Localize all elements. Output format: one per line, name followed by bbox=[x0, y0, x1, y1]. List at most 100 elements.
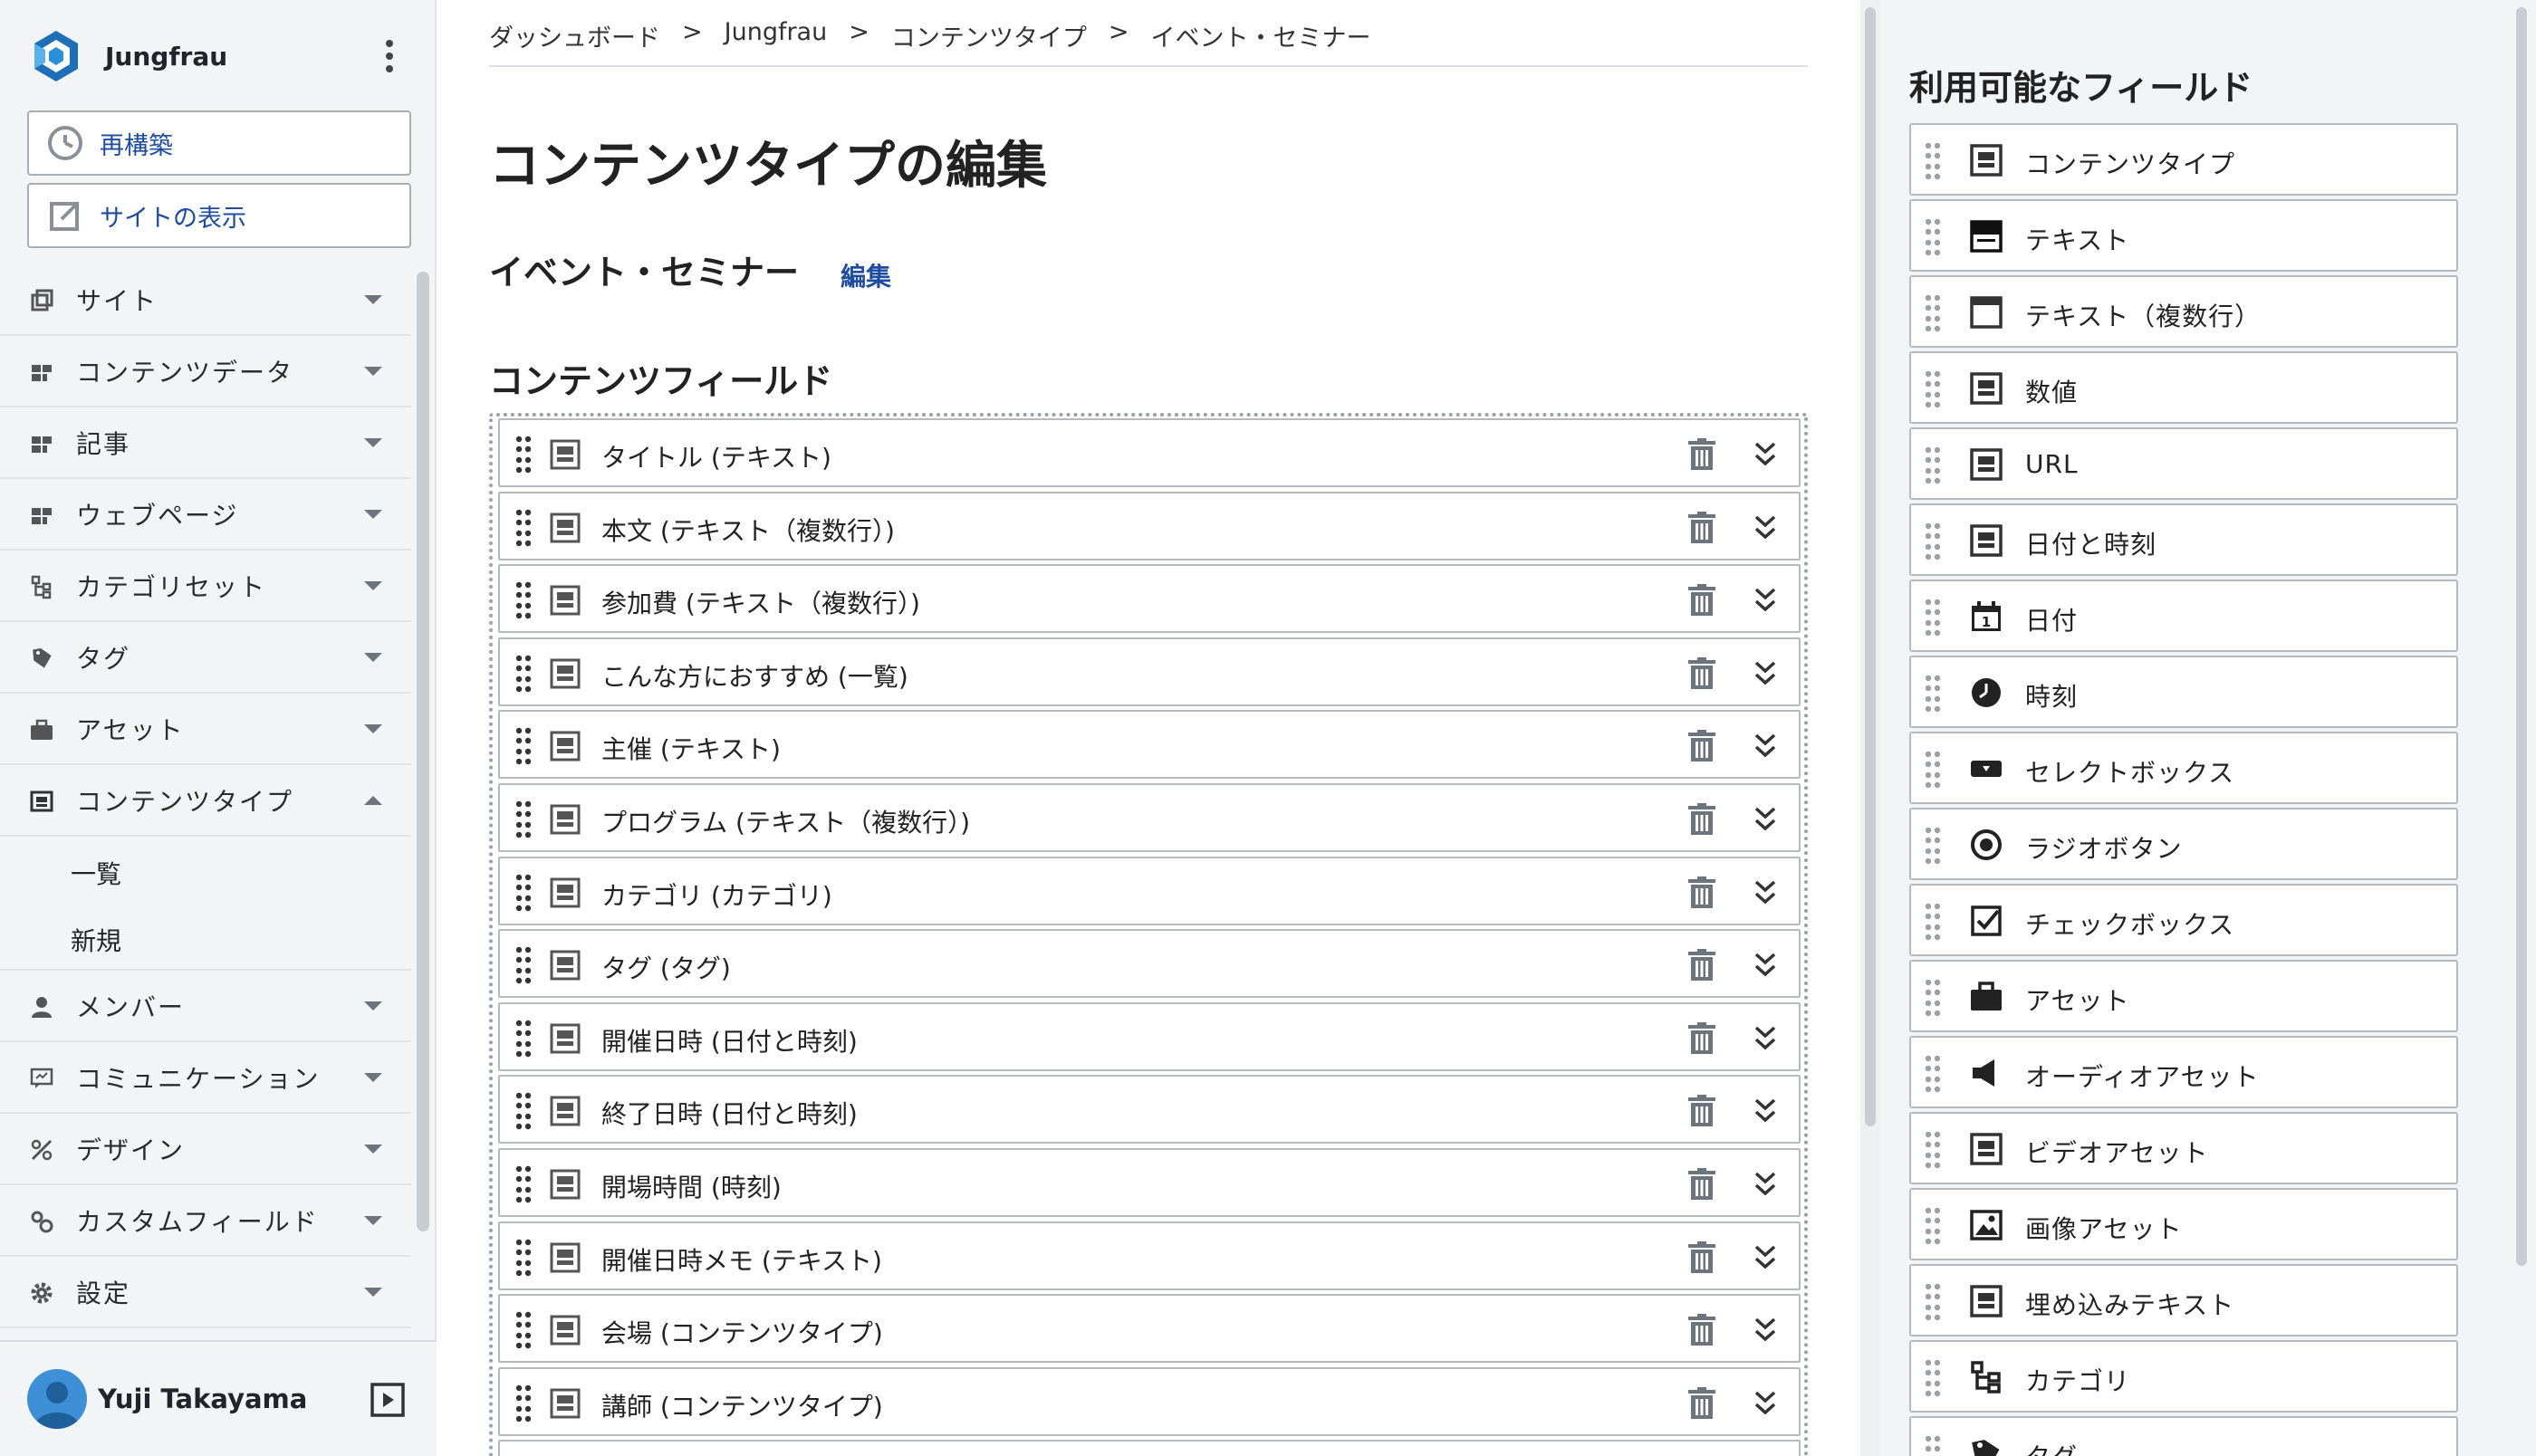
available-field-item[interactable]: タグ bbox=[1909, 1416, 2458, 1456]
main-scrollbar[interactable] bbox=[1865, 7, 1876, 1126]
chevron-double-down-icon[interactable] bbox=[1752, 878, 1779, 907]
drag-handle-icon[interactable] bbox=[1924, 1282, 1942, 1322]
drag-handle-icon[interactable] bbox=[1924, 217, 1942, 257]
content-field-row[interactable]: タグ (タグ) bbox=[498, 929, 1801, 999]
available-field-item[interactable]: 画像アセット bbox=[1909, 1188, 2458, 1260]
chevron-double-down-icon[interactable] bbox=[1752, 440, 1779, 469]
view-site-button[interactable]: サイトの表示 bbox=[27, 183, 411, 248]
sidebar-item-custom-fields[interactable]: カスタムフィールド bbox=[0, 1185, 411, 1257]
brand-logo-icon[interactable] bbox=[27, 27, 85, 85]
trash-icon[interactable] bbox=[1686, 584, 1717, 617]
drag-handle-icon[interactable] bbox=[514, 945, 533, 985]
trash-icon[interactable] bbox=[1686, 1314, 1717, 1346]
drag-handle-icon[interactable] bbox=[514, 873, 533, 913]
trash-icon[interactable] bbox=[1686, 1240, 1717, 1274]
chevron-double-down-icon[interactable] bbox=[1752, 1170, 1779, 1199]
drag-handle-icon[interactable] bbox=[514, 800, 533, 839]
trash-icon[interactable] bbox=[1686, 730, 1717, 762]
breadcrumb-content-types[interactable]: コンテンツタイプ bbox=[891, 18, 1087, 53]
sidebar-item-communication[interactable]: コミュニケーション bbox=[0, 1042, 411, 1114]
chevron-double-down-icon[interactable] bbox=[1752, 1243, 1779, 1272]
chevron-double-down-icon[interactable] bbox=[1752, 1097, 1779, 1126]
content-field-row[interactable]: 本文 (テキスト（複数行）) bbox=[498, 491, 1801, 560]
available-field-item[interactable]: 日付と時刻 bbox=[1909, 503, 2458, 576]
trash-icon[interactable] bbox=[1686, 1095, 1717, 1127]
drag-handle-icon[interactable] bbox=[1924, 674, 1942, 714]
sidebar-item-content-data[interactable]: コンテンツデータ bbox=[0, 336, 411, 407]
drag-handle-icon[interactable] bbox=[514, 508, 533, 548]
drag-handle-icon[interactable] bbox=[514, 1091, 533, 1131]
sidebar-subitem-new[interactable]: 新規 bbox=[0, 904, 411, 971]
drag-handle-icon[interactable] bbox=[1924, 826, 1942, 866]
sidebar-subitem-list[interactable]: 一覧 bbox=[0, 837, 411, 904]
content-field-row[interactable]: 開場時間 (時刻) bbox=[498, 1148, 1801, 1217]
available-field-item[interactable]: URL bbox=[1909, 427, 2458, 500]
sidebar-item-design[interactable]: デザイン bbox=[0, 1114, 411, 1185]
drag-handle-icon[interactable] bbox=[514, 580, 533, 620]
available-field-item[interactable]: テキスト（複数行） bbox=[1909, 275, 2458, 348]
trash-icon[interactable] bbox=[1686, 803, 1717, 836]
drag-handle-icon[interactable] bbox=[1924, 141, 1942, 181]
sidebar-item-entries[interactable]: 記事 bbox=[0, 407, 411, 479]
content-fields-dropzone[interactable]: タイトル (テキスト) 本文 (テキスト（複数行）) 参加費 (テキスト（複数行… bbox=[489, 413, 1808, 1456]
sidebar-item-settings[interactable]: 設定 bbox=[0, 1257, 411, 1328]
chevron-double-down-icon[interactable] bbox=[1752, 805, 1779, 834]
trash-icon[interactable] bbox=[1686, 1021, 1717, 1055]
chevron-double-down-icon[interactable] bbox=[1752, 732, 1779, 761]
drag-handle-icon[interactable] bbox=[514, 726, 533, 766]
drag-handle-icon[interactable] bbox=[1924, 293, 1942, 333]
content-field-row[interactable]: 主催 (テキスト) bbox=[498, 710, 1801, 780]
drag-handle-icon[interactable] bbox=[514, 1384, 533, 1423]
trash-icon[interactable] bbox=[1686, 656, 1717, 690]
drag-handle-icon[interactable] bbox=[1924, 750, 1942, 790]
brand-name[interactable]: Jungfrau bbox=[105, 42, 227, 72]
drag-handle-icon[interactable] bbox=[1924, 445, 1942, 485]
available-field-item[interactable]: アセット bbox=[1909, 960, 2458, 1032]
available-field-item[interactable]: コンテンツタイプ bbox=[1909, 123, 2458, 196]
breadcrumb-dashboard[interactable]: ダッシュボード bbox=[489, 18, 660, 53]
content-field-row[interactable]: プログラム (テキスト（複数行）) bbox=[498, 783, 1801, 852]
sidebar-item-tags[interactable]: タグ bbox=[0, 622, 411, 694]
content-field-row[interactable]: 会場 (コンテンツタイプ) bbox=[498, 1294, 1801, 1364]
trash-icon[interactable] bbox=[1686, 1386, 1717, 1420]
sidebar-scrollbar[interactable] bbox=[417, 272, 429, 1231]
content-field-row[interactable]: 講師 (コンテンツタイプ) bbox=[498, 1366, 1801, 1436]
content-field-row[interactable]: 開催日時メモ (テキスト) bbox=[498, 1221, 1801, 1290]
drag-handle-icon[interactable] bbox=[1924, 1130, 1942, 1170]
chevron-double-down-icon[interactable] bbox=[1752, 586, 1779, 615]
available-field-item[interactable]: 数値 bbox=[1909, 351, 2458, 424]
drag-handle-icon[interactable] bbox=[514, 435, 533, 474]
chevron-double-down-icon[interactable] bbox=[1752, 659, 1779, 688]
drag-handle-icon[interactable] bbox=[514, 1310, 533, 1350]
available-field-item[interactable]: 時刻 bbox=[1909, 656, 2458, 728]
content-field-row[interactable]: タイトル (テキスト) bbox=[498, 418, 1801, 487]
drag-handle-icon[interactable] bbox=[1924, 1358, 1942, 1398]
content-field-row[interactable]: 開催日時 (日付と時刻) bbox=[498, 1001, 1801, 1071]
right-panel-scrollbar[interactable] bbox=[2516, 7, 2527, 1266]
content-field-row[interactable]: カテゴリ (カテゴリ) bbox=[498, 856, 1801, 925]
sidebar-item-webpages[interactable]: ウェブページ bbox=[0, 479, 411, 551]
drag-handle-icon[interactable] bbox=[514, 654, 533, 694]
available-field-item[interactable]: ラジオボタン bbox=[1909, 808, 2458, 880]
sidebar-item-category-sets[interactable]: カテゴリセット bbox=[0, 551, 411, 622]
chevron-double-down-icon[interactable] bbox=[1752, 513, 1779, 542]
drag-handle-icon[interactable] bbox=[514, 1238, 533, 1278]
sidebar-item-members[interactable]: メンバー bbox=[0, 971, 411, 1042]
available-field-item[interactable]: 埋め込みテキスト bbox=[1909, 1264, 2458, 1336]
content-field-row[interactable]: こんな方におすすめ (一覧) bbox=[498, 637, 1801, 706]
available-field-item[interactable]: 1 日付 bbox=[1909, 580, 2458, 652]
chevron-double-down-icon[interactable] bbox=[1752, 1316, 1779, 1345]
drag-handle-icon[interactable] bbox=[514, 1164, 533, 1204]
drag-handle-icon[interactable] bbox=[514, 1019, 533, 1058]
rebuild-button[interactable]: 再構築 bbox=[27, 110, 411, 176]
content-field-row[interactable]: 参加費 (テキスト（複数行）) bbox=[498, 564, 1801, 634]
drag-handle-icon[interactable] bbox=[1924, 522, 1942, 561]
chevron-double-down-icon[interactable] bbox=[1752, 1024, 1779, 1053]
chevron-double-down-icon[interactable] bbox=[1752, 1389, 1779, 1418]
drag-handle-icon[interactable] bbox=[1924, 978, 1942, 1018]
sidebar-item-content-types[interactable]: コンテンツタイプ bbox=[0, 765, 411, 837]
content-field-row[interactable]: 終了日時 (日付と時刻) bbox=[498, 1075, 1801, 1145]
play-icon[interactable] bbox=[370, 1382, 406, 1418]
trash-icon[interactable] bbox=[1686, 949, 1717, 982]
trash-icon[interactable] bbox=[1686, 511, 1717, 544]
